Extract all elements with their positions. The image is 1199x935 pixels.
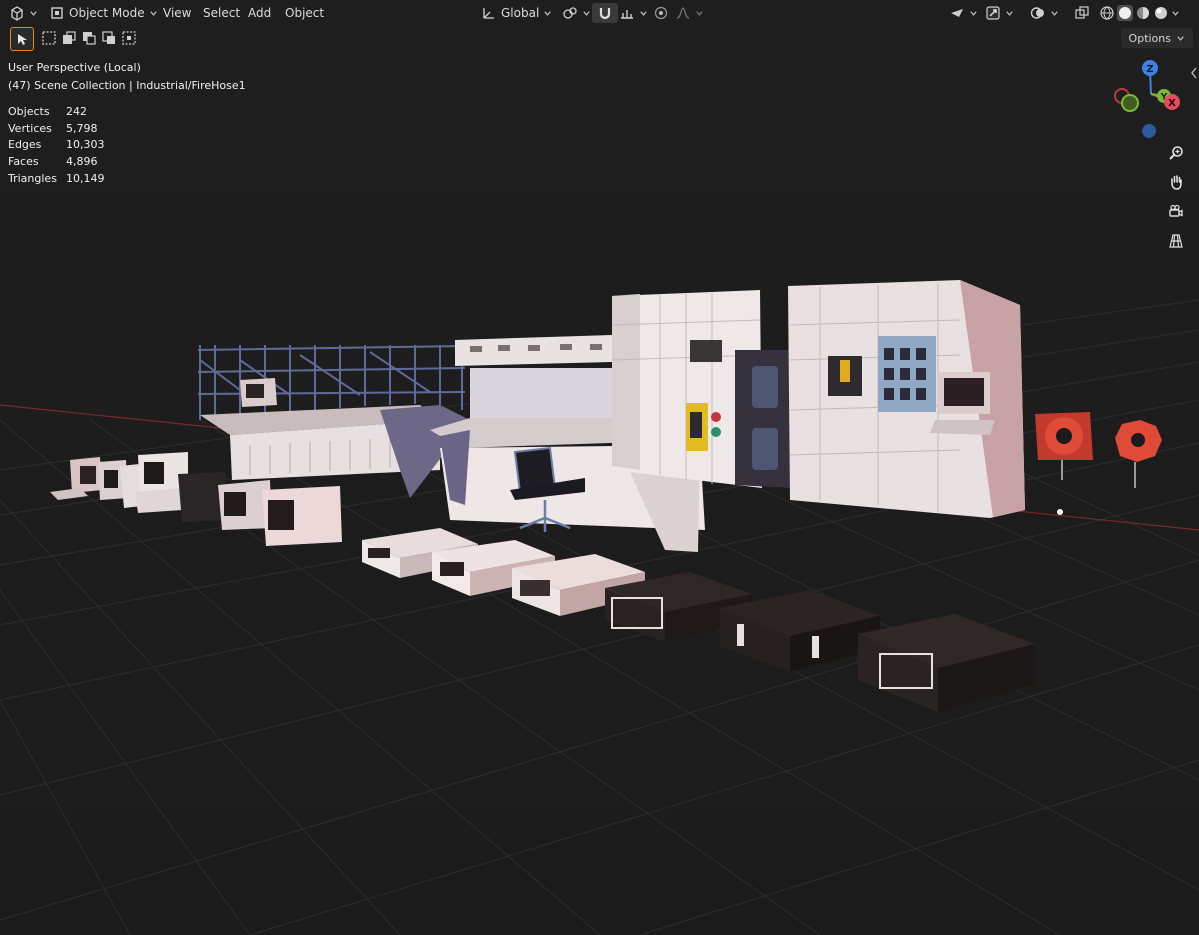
view3d-icon: [11, 6, 23, 21]
stat-row: Triangles 10,149: [8, 170, 105, 187]
select-extend-icon[interactable]: [61, 30, 77, 46]
neg-y-axis-handle[interactable]: [1121, 94, 1139, 112]
xray-toggle[interactable]: [1069, 3, 1095, 23]
select-box-tool[interactable]: [10, 27, 34, 51]
stat-row: Vertices 5,798: [8, 120, 105, 137]
menu-view[interactable]: View: [157, 3, 197, 23]
chevron-down-icon: [1177, 35, 1184, 41]
scene-statistics: Objects 242 Vertices 5,798 Edges 10,303 Fac…: [8, 103, 105, 186]
select-subtract-icon[interactable]: [81, 30, 97, 46]
orientation-axes-icon: [483, 8, 494, 19]
transform-orientation-dropdown[interactable]: Global: [476, 3, 557, 23]
object-mode-icon: [51, 7, 63, 19]
stat-value: 10,149: [66, 171, 105, 185]
stat-row: Edges 10,303: [8, 136, 105, 153]
camera-icon: [1169, 204, 1183, 217]
perspective-toggle-button[interactable]: [1164, 229, 1188, 253]
snap-increment-icon: [621, 10, 633, 19]
falloff-dropdown[interactable]: [670, 3, 709, 23]
gizmo-toggle[interactable]: [980, 3, 1019, 23]
pivot-point-dropdown[interactable]: [557, 3, 596, 23]
solid-icon[interactable]: [1117, 5, 1133, 21]
select-intersect-icon[interactable]: [121, 30, 137, 46]
mode-dropdown[interactable]: Object Mode: [44, 3, 163, 23]
zoom-button[interactable]: [1164, 141, 1188, 165]
stat-label: Objects: [8, 104, 50, 118]
select-difference-icon[interactable]: [101, 30, 117, 46]
options-dropdown[interactable]: Options: [1120, 28, 1193, 48]
pan-button[interactable]: [1164, 170, 1188, 194]
material-preview-icon[interactable]: [1135, 5, 1151, 21]
chevron-down-icon: [544, 10, 551, 16]
chevron-down-icon: [1006, 10, 1013, 16]
perspective-grid-icon: [1169, 234, 1183, 248]
gizmo-icon: [986, 6, 1000, 20]
perspective-label: User Perspective (Local): [8, 61, 141, 74]
chevron-down-icon: [30, 10, 37, 16]
stat-label: Triangles: [8, 171, 57, 185]
stat-value: 10,303: [66, 138, 105, 152]
menu-select[interactable]: Select: [197, 3, 246, 23]
chevron-down-icon: [1051, 10, 1058, 16]
pivot-icon: [563, 7, 577, 19]
stat-label: Vertices: [8, 121, 52, 135]
stat-label: Faces: [8, 154, 39, 168]
stat-value: 242: [66, 104, 87, 118]
stat-value: 5,798: [66, 121, 98, 135]
stat-label: Edges: [8, 138, 42, 152]
pan-hand-icon: [1171, 175, 1182, 190]
options-label: Options: [1128, 31, 1171, 45]
stat-row: Faces 4,896: [8, 153, 105, 170]
chevron-left-icon[interactable]: [1190, 66, 1198, 80]
z-axis-label: Z: [1146, 64, 1153, 75]
zoom-icon: [1169, 146, 1183, 160]
visibility-icon: [951, 9, 963, 17]
menu-object[interactable]: Object: [279, 3, 330, 23]
xray-icon: [1075, 6, 1089, 19]
chevron-down-icon: [696, 10, 703, 16]
chevron-down-icon: [970, 10, 977, 16]
viewport-header: Object Mode View Select Add Object Globa…: [0, 0, 1199, 26]
chevron-down-icon: [583, 10, 590, 16]
collection-label: (47) Scene Collection | Industrial/FireH…: [8, 79, 246, 92]
menu-add[interactable]: Add: [242, 3, 277, 23]
viewport-info: User Perspective (Local) (47) Scene Coll…: [8, 59, 246, 95]
overlay-icon: [1030, 7, 1044, 19]
selection-mode-icons: [41, 30, 137, 46]
stat-value: 4,896: [66, 154, 98, 168]
3d-viewport[interactable]: Object Mode View Select Add Object Globa…: [0, 0, 1199, 935]
wireframe-icon[interactable]: [1099, 5, 1115, 21]
stat-row: Objects 242: [8, 103, 105, 120]
falloff-curve-icon: [676, 7, 690, 19]
navigation-gizmo[interactable]: Z Y X: [1112, 58, 1188, 142]
proportional-edit-icon: [654, 6, 668, 20]
orientation-label: Global: [501, 6, 540, 20]
rendered-icon[interactable]: [1153, 5, 1169, 21]
select-new-icon[interactable]: [41, 30, 57, 46]
visibility-dropdown[interactable]: [944, 3, 983, 23]
scene-render: [0, 0, 1199, 935]
x-axis-label: X: [1168, 98, 1176, 109]
shading-modes: [1094, 3, 1185, 23]
camera-view-button[interactable]: [1164, 199, 1188, 223]
chevron-down-icon[interactable]: [1171, 9, 1180, 18]
mode-label: Object Mode: [69, 6, 145, 20]
editor-type-button[interactable]: [4, 3, 43, 23]
magnet-icon: [599, 8, 611, 20]
chevron-down-icon: [640, 10, 647, 16]
neg-z-axis-handle[interactable]: [1142, 124, 1156, 138]
overlay-toggle[interactable]: [1025, 3, 1064, 23]
cursor-arrow-icon: [18, 34, 27, 45]
